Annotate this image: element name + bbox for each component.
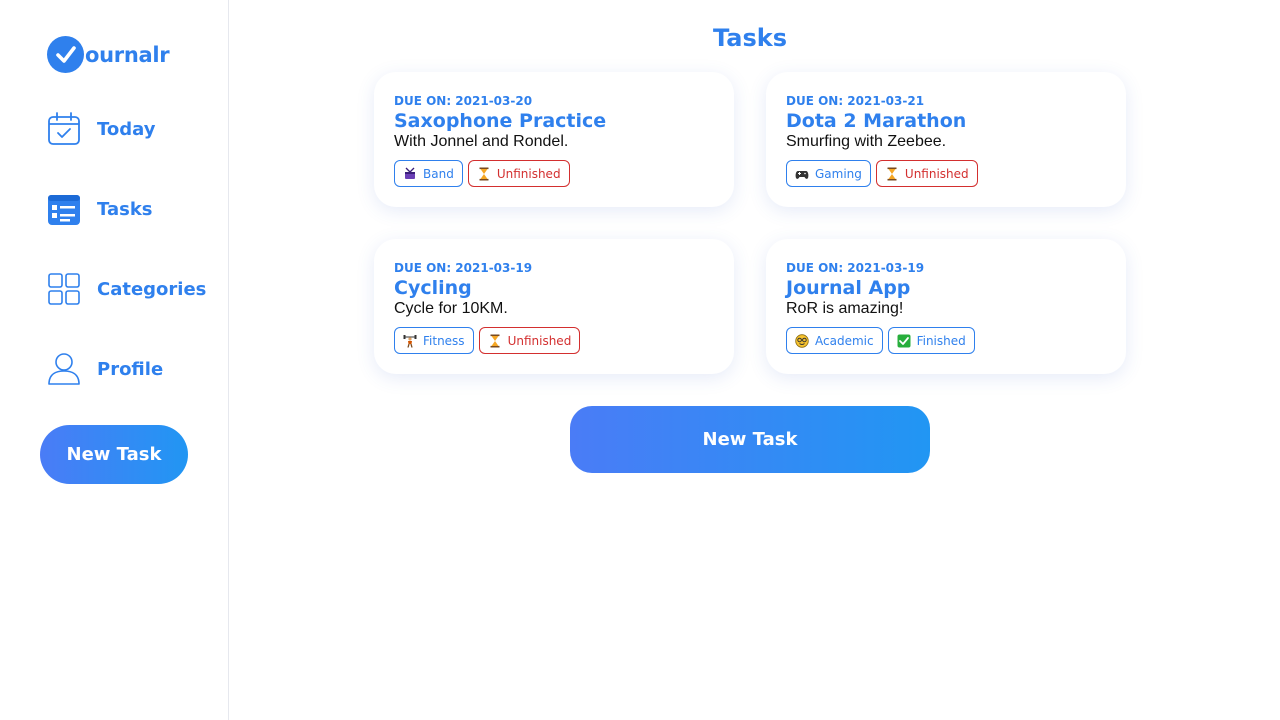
weightlifter-icon (403, 334, 417, 348)
task-description: With Jonnel and Rondel. (394, 133, 569, 150)
task-card[interactable]: DUE ON: 2021-03-21 Dota 2 Marathon Smurf… (766, 72, 1126, 207)
status-badge[interactable]: Unfinished (478, 327, 581, 354)
hourglass-icon (488, 334, 502, 348)
status-badge-label: Unfinished (507, 333, 572, 348)
check-box-icon (897, 334, 911, 348)
user-icon (47, 352, 81, 386)
category-tag[interactable]: Band (394, 160, 463, 187)
sidebar-item-profile[interactable]: Profile (47, 352, 163, 386)
task-due-date: DUE ON: 2021-03-19 (394, 261, 533, 275)
hourglass-icon (885, 167, 899, 181)
category-tag-label: Gaming (815, 166, 862, 181)
app-logo[interactable]: ournalr (47, 36, 170, 73)
sidebar-item-label: Tasks (97, 198, 153, 220)
logo-wordmark: ournalr (85, 42, 170, 67)
category-tag-label: Band (423, 166, 454, 181)
task-title[interactable]: Dota 2 Marathon (786, 109, 1106, 133)
nerd-face-icon (795, 333, 809, 348)
task-list-icon (47, 192, 81, 226)
status-badge[interactable]: Finished (887, 327, 975, 354)
gamepad-icon (795, 167, 809, 181)
sidebar: ournalr Today Tasks Categories Profile N… (0, 0, 229, 720)
task-title[interactable]: Cycling (394, 276, 714, 300)
sidebar-item-label: Profile (97, 358, 164, 380)
task-title[interactable]: Saxophone Practice (394, 109, 714, 133)
sidebar-item-label: Categories (97, 278, 207, 300)
task-due-date: DUE ON: 2021-03-20 (394, 94, 533, 108)
task-due-date: DUE ON: 2021-03-21 (786, 94, 925, 108)
category-tag[interactable]: Academic (786, 327, 883, 354)
grid-icon (47, 272, 81, 306)
task-tags: Academic Finished (786, 327, 1106, 354)
task-card[interactable]: DUE ON: 2021-03-19 Journal App RoR is am… (766, 239, 1126, 374)
page-title: Tasks (712, 24, 787, 52)
task-card[interactable]: DUE ON: 2021-03-19 Cycling Cycle for 10K… (374, 239, 734, 374)
task-title[interactable]: Journal App (786, 276, 1106, 300)
category-tag-label: Fitness (423, 333, 465, 348)
logo-check-icon (47, 36, 84, 73)
sidebar-item-today[interactable]: Today (47, 112, 155, 146)
calendar-check-icon (47, 112, 81, 146)
task-tags: Fitness Unfinished (394, 327, 714, 354)
category-tag[interactable]: Fitness (394, 327, 474, 354)
new-task-button[interactable]: New Task (570, 406, 930, 473)
task-description: Cycle for 10KM. (394, 300, 508, 317)
status-badge[interactable]: Unfinished (875, 160, 978, 187)
sidebar-item-label: Today (97, 118, 156, 140)
task-due-date: DUE ON: 2021-03-19 (786, 261, 925, 275)
drum-icon (403, 167, 417, 181)
hourglass-icon (477, 167, 491, 181)
sidebar-item-tasks[interactable]: Tasks (47, 192, 153, 226)
sidebar-item-categories[interactable]: Categories (47, 272, 206, 306)
status-badge[interactable]: Unfinished (467, 160, 570, 187)
task-tags: Gaming Unfinished (786, 160, 1106, 187)
status-badge-label: Unfinished (904, 166, 969, 181)
category-tag-label: Academic (815, 333, 874, 348)
sidebar-new-task-button[interactable]: New Task (40, 425, 188, 484)
status-badge-label: Unfinished (496, 166, 561, 181)
category-tag[interactable]: Gaming (786, 160, 871, 187)
task-tags: Band Unfinished (394, 160, 714, 187)
task-description: RoR is amazing! (786, 300, 904, 317)
status-badge-label: Finished (916, 333, 966, 348)
task-card[interactable]: DUE ON: 2021-03-20 Saxophone Practice Wi… (374, 72, 734, 207)
task-description: Smurfing with Zeebee. (786, 133, 947, 150)
